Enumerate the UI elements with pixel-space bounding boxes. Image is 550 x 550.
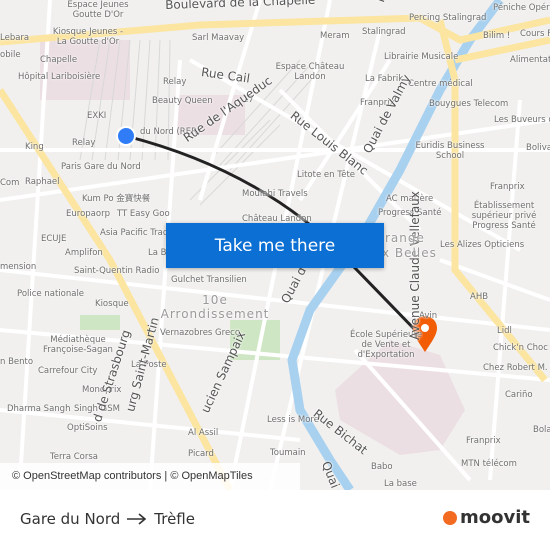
map-poi-label: Lidl bbox=[497, 326, 512, 336]
map-poi-label: mension bbox=[0, 262, 37, 272]
moovit-logo-icon bbox=[443, 510, 457, 525]
brand-name: moovit bbox=[460, 507, 530, 528]
map-poi-label: Com bbox=[0, 178, 20, 188]
map-poi-label: Europaorp bbox=[66, 209, 110, 219]
map-poi-label: Kiosque Jeunes - La Goutte d'Or bbox=[52, 27, 124, 47]
map-poi-label: AHB bbox=[470, 292, 489, 302]
map-poi-label: Meram bbox=[320, 31, 350, 41]
district-label: x Belles bbox=[382, 246, 437, 260]
map-poi-label: Moulahi Travels bbox=[242, 189, 308, 199]
map-poi-label: MTN télécom bbox=[461, 459, 517, 469]
map-poi-label: Alimentat Général bbox=[510, 55, 550, 65]
map-poi-label: Franprix bbox=[490, 182, 525, 192]
map-poi-label: Kiosque bbox=[95, 299, 129, 309]
map-poi-label: OptiSoins bbox=[67, 423, 108, 433]
map-poi-label: obile bbox=[0, 50, 21, 60]
map[interactable]: Espace Jeunes Goutte D'Or Kiosque Jeunes … bbox=[0, 0, 550, 490]
map-poi-label: Sarl Maavay bbox=[192, 33, 245, 43]
map-poi-label: Cariño bbox=[505, 390, 533, 400]
map-poi-label: King bbox=[25, 142, 44, 152]
map-poi-label: Médiathèque Françoise-Sagan bbox=[43, 335, 113, 355]
map-poi-label: Bouygues Telecom bbox=[429, 99, 509, 109]
arrow-right-icon bbox=[127, 513, 147, 525]
map-poi-label: Raphael bbox=[25, 177, 60, 187]
map-poi-label: Établissement supérieur privé Progress S… bbox=[471, 201, 537, 231]
map-poi-label: Stalingrad bbox=[362, 27, 406, 37]
map-poi-label: Toumain bbox=[270, 448, 306, 458]
map-poi-label: Gulchet Transilien bbox=[171, 275, 247, 285]
map-poi-label: Asia Pacific Trad bbox=[100, 228, 169, 238]
map-poi-label: Lebara bbox=[0, 33, 30, 43]
map-poi-label: EXKI bbox=[87, 111, 107, 121]
map-poi-label: La base bbox=[384, 479, 417, 489]
map-poi-label: Chapelle bbox=[40, 55, 78, 65]
map-poi-label: Bola bbox=[533, 425, 550, 435]
map-poi-label: TT Easy Goo bbox=[117, 209, 170, 219]
map-poi-label: Les Alizes Opticiens bbox=[440, 240, 525, 250]
map-poi-label: Franprix bbox=[466, 436, 501, 446]
map-poi-label: Chick'n Choc bbox=[493, 343, 548, 353]
map-poi-label: Police nationale bbox=[17, 289, 85, 299]
route-summary: Gare du Nord Trèfle bbox=[20, 510, 195, 528]
origin-name: Gare du Nord bbox=[20, 510, 121, 528]
map-poi-label: Terra Corsa bbox=[50, 452, 98, 462]
district-label: range bbox=[385, 231, 425, 245]
map-poi-label: Al Assil bbox=[188, 428, 219, 438]
map-poi-label: Litote en Tête bbox=[297, 170, 356, 180]
street-label: Avenue Claude Vellefaux bbox=[408, 191, 422, 340]
map-poi-label: Les Buveurs d bbox=[494, 115, 550, 125]
map-poi-label: La B bbox=[148, 248, 167, 258]
map-poi-label: Saint-Quentin Radio bbox=[74, 266, 160, 276]
map-poi-label: Centre médical bbox=[408, 79, 473, 89]
map-poi-label: Picard bbox=[188, 449, 214, 459]
map-poi-label: Péniche Opéra bbox=[493, 3, 550, 13]
map-poi-label: Espace Jeunes Goutte D'Or bbox=[67, 0, 129, 20]
map-poi-label: Bilim ! bbox=[483, 31, 511, 41]
map-attribution: © OpenStreetMap contributors | © OpenMap… bbox=[0, 463, 300, 490]
park bbox=[80, 315, 120, 330]
map-poi-label: n Bento bbox=[0, 357, 34, 367]
map-poi-label: Librairie Musicale bbox=[384, 52, 459, 62]
map-poi-label: Percing Stalingrad bbox=[409, 13, 487, 23]
map-poi-label: Espace Château Landon bbox=[275, 62, 345, 82]
map-poi-label: Chez Robert M. Smith bbox=[483, 363, 550, 373]
map-poi-label: ECUJE bbox=[41, 234, 67, 244]
map-poi-label: Relay bbox=[72, 138, 96, 148]
district-label: 10e Arrondissement bbox=[160, 293, 270, 321]
map-poi-label: Dharma Sangh bbox=[7, 404, 71, 414]
map-poi-label: Vernazobres Greco bbox=[160, 328, 241, 338]
origin-marker[interactable] bbox=[116, 126, 136, 146]
map-poi-label: Carrefour City bbox=[38, 366, 98, 376]
map-poi-label: Hôpital Lariboisière bbox=[18, 72, 101, 82]
take-me-there-button[interactable]: Take me there bbox=[166, 223, 384, 268]
map-poi-label: Beauty Queen bbox=[152, 96, 213, 106]
map-poi-label: Babo bbox=[371, 462, 393, 472]
map-poi-label: Kum Po 金寶快餐 bbox=[82, 194, 151, 204]
bottom-bar: Gare du Nord Trèfle moovit bbox=[0, 490, 550, 550]
destination-name: Trèfle bbox=[154, 510, 195, 528]
map-poi-label: Paris Gare du Nord bbox=[61, 162, 141, 172]
map-poi-label: Boliva bbox=[526, 143, 550, 153]
map-poi-label: Amplifon bbox=[65, 248, 103, 258]
map-poi-label: Relay bbox=[163, 77, 187, 87]
map-poi-label: Euridis Business School bbox=[415, 141, 485, 161]
map-poi-label: Cours F bbox=[520, 29, 550, 39]
moovit-logo: moovit bbox=[443, 507, 530, 528]
